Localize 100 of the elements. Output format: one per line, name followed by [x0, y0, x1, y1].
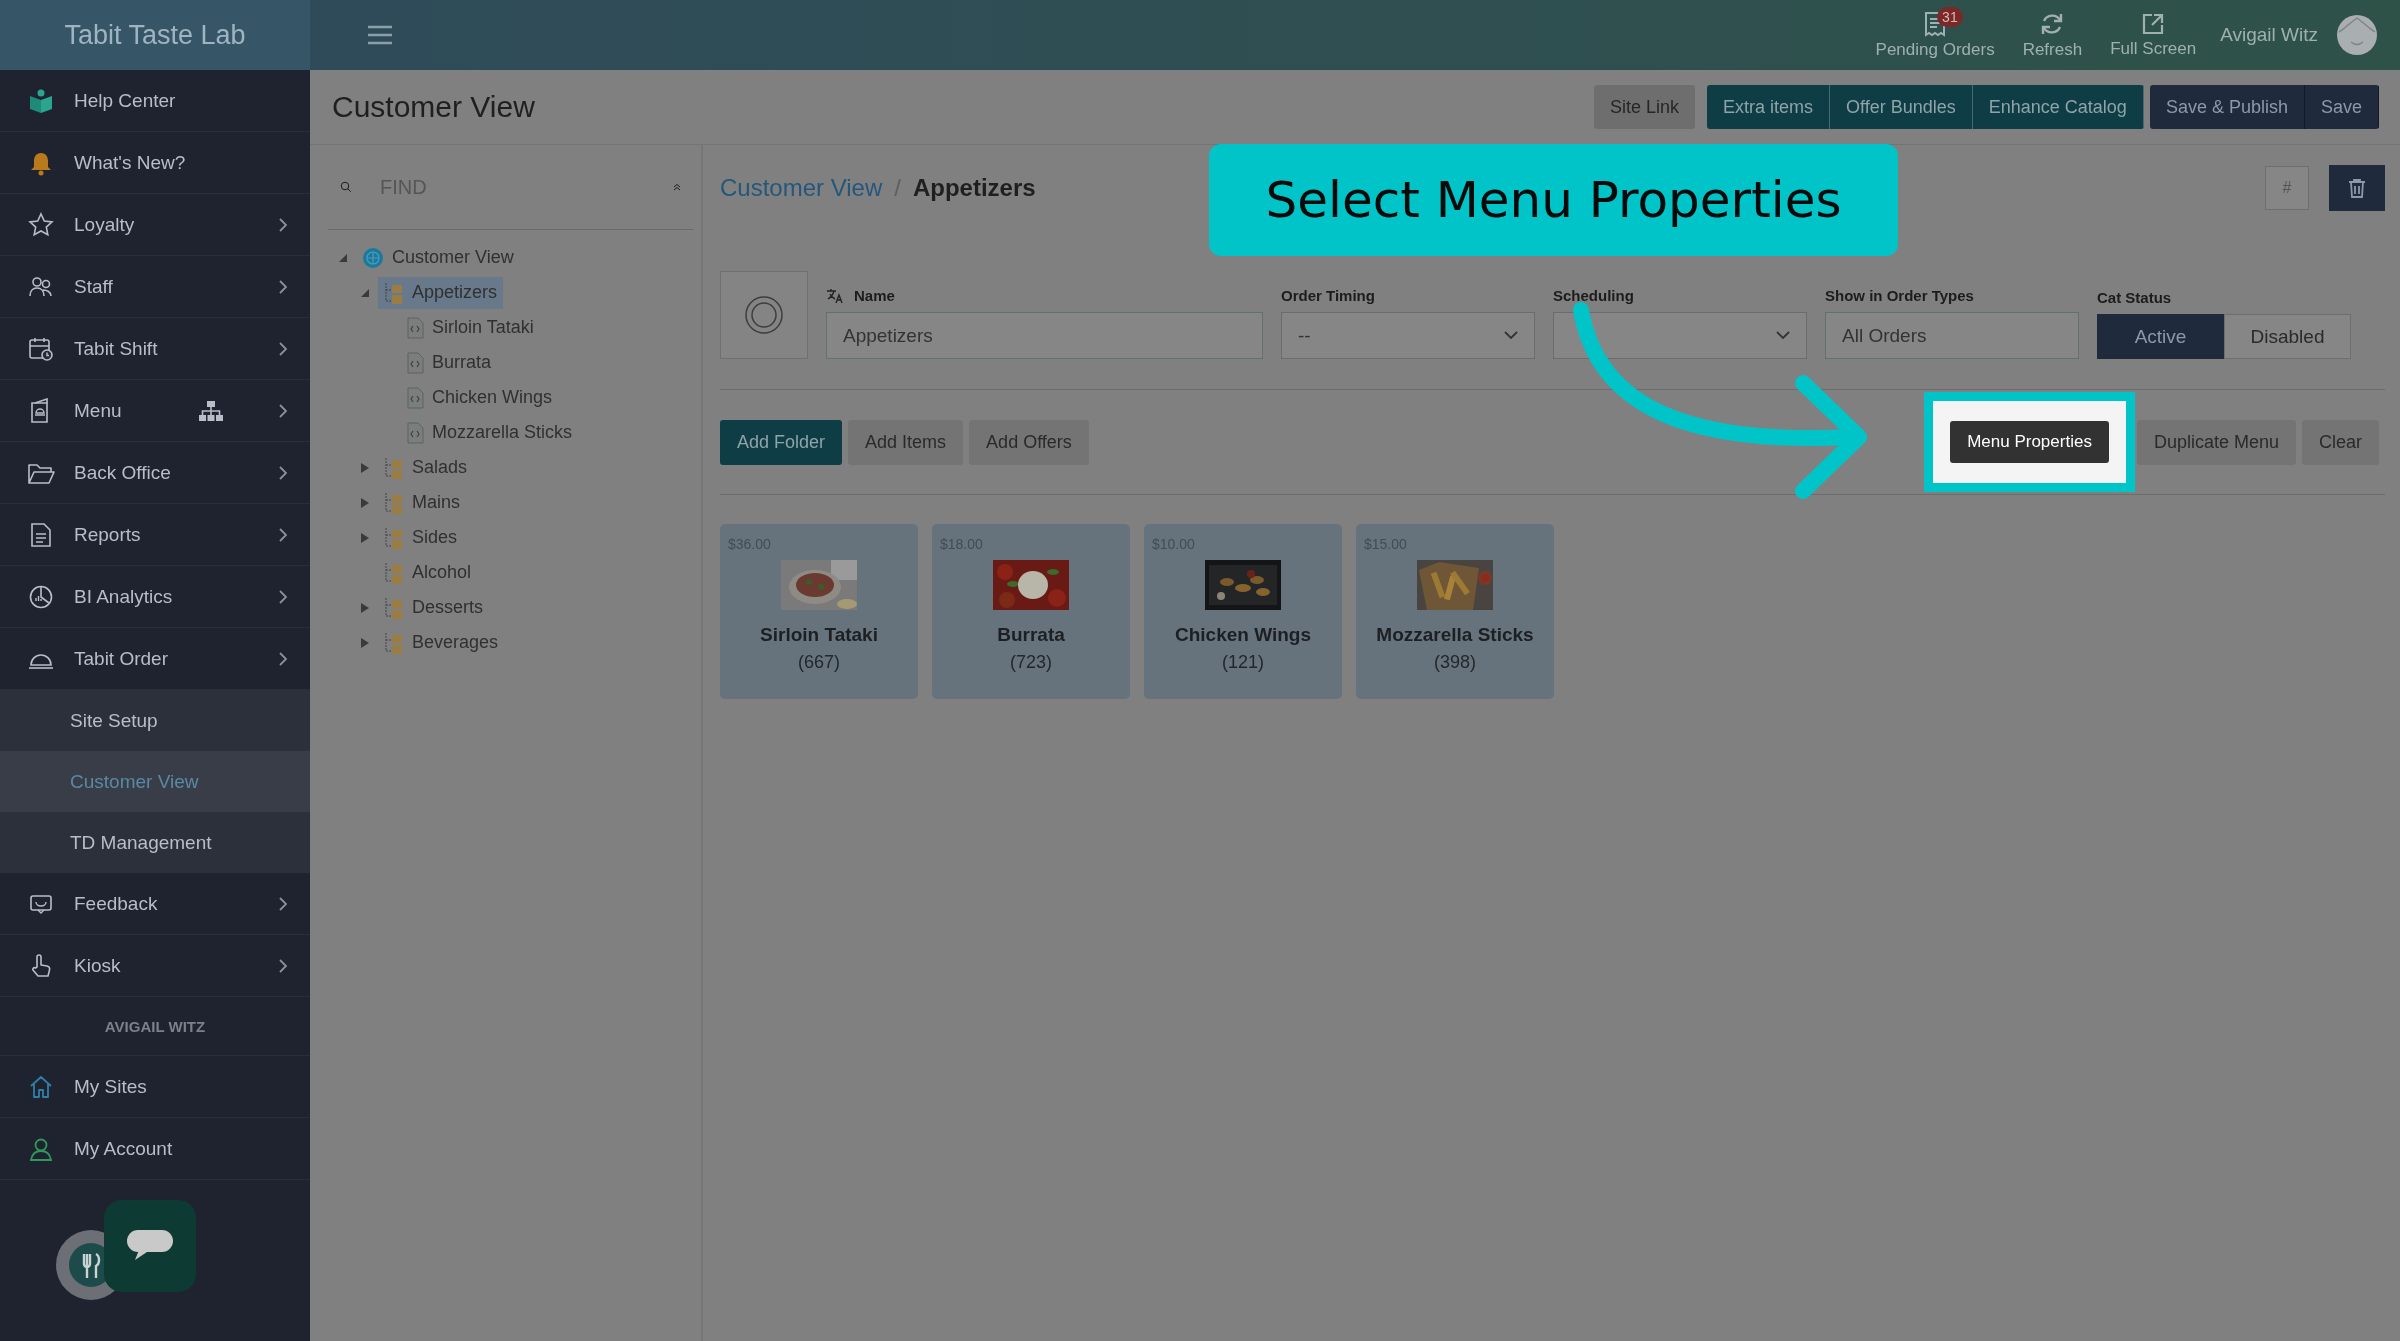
breadcrumb-separator: / — [894, 174, 901, 202]
tree-item[interactable]: Sirloin Tataki — [400, 312, 540, 343]
count-badge: 31 — [1937, 6, 1963, 27]
code-file-icon — [406, 316, 424, 339]
text-field[interactable]: Appetizers — [826, 312, 1263, 359]
dropdown[interactable]: -- — [1281, 312, 1535, 359]
action-button[interactable]: Add Items — [848, 419, 964, 465]
toolbar-button[interactable]: Extra items — [1707, 85, 1831, 129]
tree-item[interactable]: Desserts — [378, 591, 489, 624]
item-name: Chicken Wings — [1175, 624, 1311, 646]
action-button[interactable]: Menu Properties — [1950, 421, 2109, 463]
globe-icon — [362, 246, 384, 269]
tree-item[interactable]: Chicken Wings — [400, 382, 559, 413]
folder-tree-icon — [384, 525, 404, 550]
toolbar-button[interactable]: Save & Publish — [2149, 85, 2305, 129]
dropdown[interactable] — [1553, 312, 1807, 359]
item-count: (723) — [1010, 652, 1052, 673]
document-icon — [29, 521, 53, 548]
toolbar-button[interactable]: Full Screen — [2110, 11, 2197, 59]
caret-icon — [1776, 331, 1790, 340]
folder-tree-icon — [384, 630, 404, 655]
action-button[interactable]: Clear — [2302, 419, 2379, 465]
toolbar-button[interactable]: Refresh — [2022, 10, 2083, 60]
calendar-icon — [28, 335, 54, 362]
folder-tree-icon — [384, 455, 404, 480]
breadcrumb-current: Appetizers — [912, 174, 1036, 202]
tree-item[interactable]: Alcohol — [378, 556, 478, 589]
toolbar-button[interactable]: Offer Bundles — [1830, 85, 1973, 129]
item-count: (667) — [798, 652, 840, 673]
expanded-triangle-icon[interactable] — [360, 287, 370, 298]
action-button[interactable]: Duplicate Menu — [2136, 419, 2296, 465]
collapsed-triangle-icon[interactable] — [360, 461, 370, 474]
collapsed-triangle-icon[interactable] — [360, 601, 370, 614]
action-button[interactable]: Add Folder — [720, 419, 843, 465]
app-title: Tabit Taste Lab — [0, 0, 310, 70]
code-file-icon — [406, 386, 424, 409]
code-file-icon — [406, 351, 424, 374]
tree-item[interactable]: Mains — [378, 486, 466, 519]
folder-tree-icon — [384, 280, 404, 305]
toolbar-button[interactable]: Site Link — [1593, 85, 1695, 129]
text-field[interactable]: All Orders — [1825, 312, 2079, 359]
sitemap-icon — [198, 399, 224, 422]
field-label: Name — [854, 287, 895, 304]
caret-icon — [1504, 331, 1518, 340]
sidebar-item[interactable]: What's New? — [0, 132, 310, 194]
trash-icon — [2348, 178, 2366, 198]
collapsed-triangle-icon[interactable] — [360, 636, 370, 649]
breadcrumb-link[interactable]: Customer View — [720, 174, 883, 202]
translate-icon — [826, 287, 844, 304]
item-count: (398) — [1434, 652, 1476, 673]
tree-item[interactable]: Burrata — [400, 347, 498, 378]
menu-icon[interactable] — [366, 24, 394, 46]
pie-chart-icon — [28, 583, 54, 610]
book-icon — [28, 87, 54, 114]
folder-tree-icon — [384, 560, 404, 585]
item-name: Burrata — [997, 624, 1065, 646]
tree-item[interactable]: Salads — [378, 451, 474, 484]
item-name: Sirloin Tataki — [760, 624, 878, 646]
callout-banner: Select Menu Properties — [1209, 144, 1898, 256]
delete-button[interactable] — [2329, 165, 2385, 211]
external-link-icon — [2141, 11, 2166, 36]
action-button[interactable]: Add Offers — [969, 419, 1089, 465]
code-file-icon — [406, 421, 424, 444]
expanded-triangle-icon[interactable] — [338, 252, 348, 263]
sidebar-subitem[interactable]: Site Setup — [0, 690, 310, 751]
house-icon — [28, 1073, 54, 1100]
chat-button[interactable] — [104, 1200, 196, 1292]
item-name: Mozzarella Sticks — [1376, 624, 1534, 646]
sidebar-subitem[interactable]: TD Management — [0, 812, 310, 873]
hash-button[interactable]: # — [2265, 166, 2309, 210]
segment-button[interactable]: Disabled — [2224, 314, 2351, 359]
hand-pointer-icon — [29, 952, 53, 979]
field-label: Show in Order Types — [1825, 287, 1974, 304]
sidebar-item[interactable]: Help Center — [0, 70, 310, 132]
segment-button[interactable]: Active — [2097, 314, 2224, 359]
item-count: (121) — [1222, 652, 1264, 673]
avatar-icon[interactable] — [2336, 14, 2378, 56]
sidebar-subitem[interactable]: Customer View — [0, 751, 310, 812]
tree-item[interactable]: Customer View — [356, 242, 520, 273]
image-placeholder[interactable] — [720, 271, 808, 359]
star-icon — [28, 211, 54, 238]
tree-item[interactable]: Beverages — [378, 626, 505, 659]
sidebar-item[interactable]: Menu — [0, 380, 310, 442]
toolbar-button[interactable]: Save — [2304, 85, 2379, 129]
field-label: Cat Status — [2097, 289, 2172, 306]
collapsed-triangle-icon[interactable] — [360, 496, 370, 509]
field-label: Order Timing — [1281, 287, 1375, 304]
toolbar-button[interactable]: Enhance Catalog — [1972, 85, 2144, 129]
tree-item[interactable]: Mozzarella Sticks — [400, 417, 579, 448]
collapsed-triangle-icon[interactable] — [360, 531, 370, 544]
tree-item[interactable]: Sides — [378, 521, 464, 554]
target-icon — [744, 295, 784, 335]
folder-tree-icon — [384, 490, 404, 515]
sidebar-item[interactable]: Tabit Shift — [0, 318, 310, 380]
sidebar-item[interactable]: Back Office — [0, 442, 310, 504]
tree-item[interactable]: Appetizers — [378, 276, 504, 309]
page-title: Customer View — [332, 90, 536, 124]
folder-tree-icon — [384, 595, 404, 620]
field-label: Scheduling — [1553, 287, 1634, 304]
sidebar-item[interactable]: Reports — [0, 504, 310, 566]
